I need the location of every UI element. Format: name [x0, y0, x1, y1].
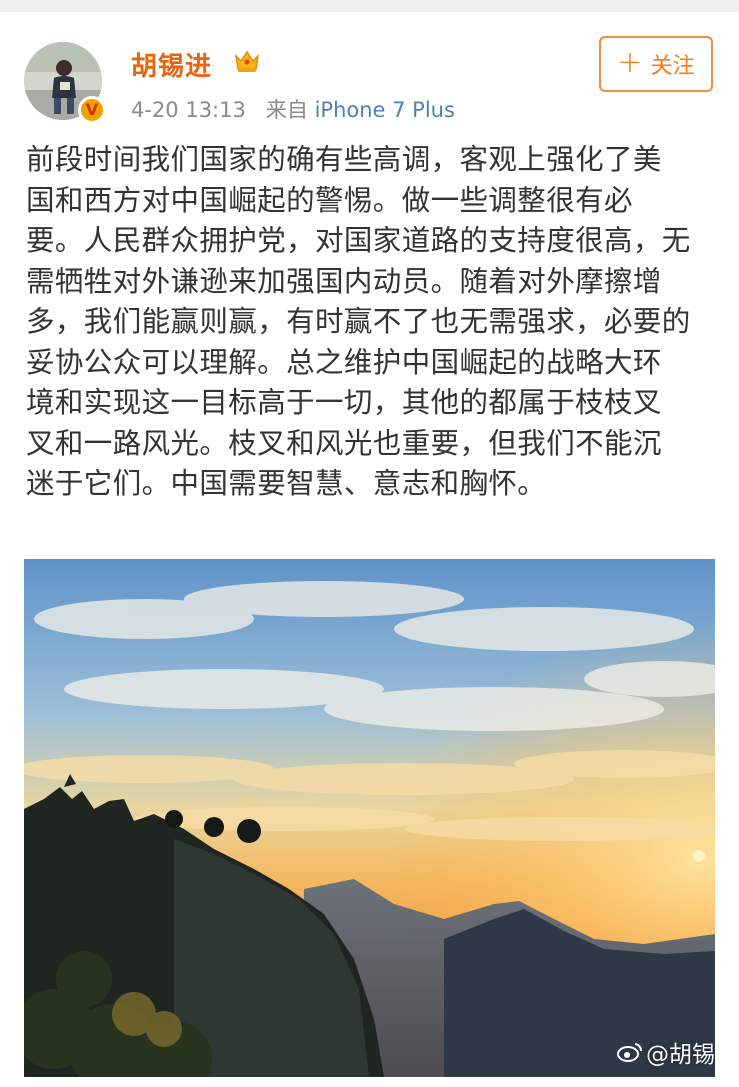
watermark-text: @胡锡	[646, 1042, 715, 1068]
content-line: 需牺牲对外谦逊来加强国内动员。随着对外摩擦增	[26, 264, 662, 298]
content-line: 多，我们能赢则赢，有时赢不了也无需强求，必要的	[26, 305, 691, 338]
content-line: 要。人民群众拥护党，对国家道路的支持度很高，无	[26, 224, 691, 257]
post-image[interactable]: @胡锡	[24, 559, 715, 1077]
content-line: 妥协公众可以理解。总之维护中国崛起的战略大环	[26, 345, 662, 379]
source-label: 来自	[265, 98, 308, 122]
post-content: 前段时间我们国家的确有些高调，客观上强化了美 国和西方对中国崛起的警惕。做一些调…	[26, 140, 716, 505]
content-line: 国和西方对中国崛起的警惕。做一些调整很有必	[26, 183, 633, 217]
crown-icon	[234, 50, 260, 72]
content-line: 迷于它们。中国需要智慧、意志和胸怀。	[26, 467, 547, 500]
content-line: 境和实现这一目标高于一切，其他的都属于枝枝叉	[26, 386, 662, 419]
post-time: 4-20 13:13	[131, 98, 246, 122]
watermark: @胡锡	[617, 1035, 715, 1069]
post-meta: 4-20 13:13 来自 iPhone 7 Plus	[131, 94, 455, 124]
content-line: 叉和一路风光。枝叉和风光也重要，但我们不能沉	[26, 426, 662, 460]
follow-label: 关注	[650, 54, 695, 79]
device-link[interactable]: iPhone 7 Plus	[315, 98, 455, 122]
plus-icon: +	[617, 45, 643, 80]
top-divider-bar	[0, 0, 739, 12]
content-line: 前段时间我们国家的确有些高调，客观上强化了美	[26, 143, 662, 176]
weibo-logo-icon	[617, 1043, 642, 1062]
verified-badge-icon: V	[78, 96, 106, 124]
author-name[interactable]: 胡锡进	[131, 46, 212, 83]
follow-button[interactable]: + 关注	[599, 36, 713, 92]
